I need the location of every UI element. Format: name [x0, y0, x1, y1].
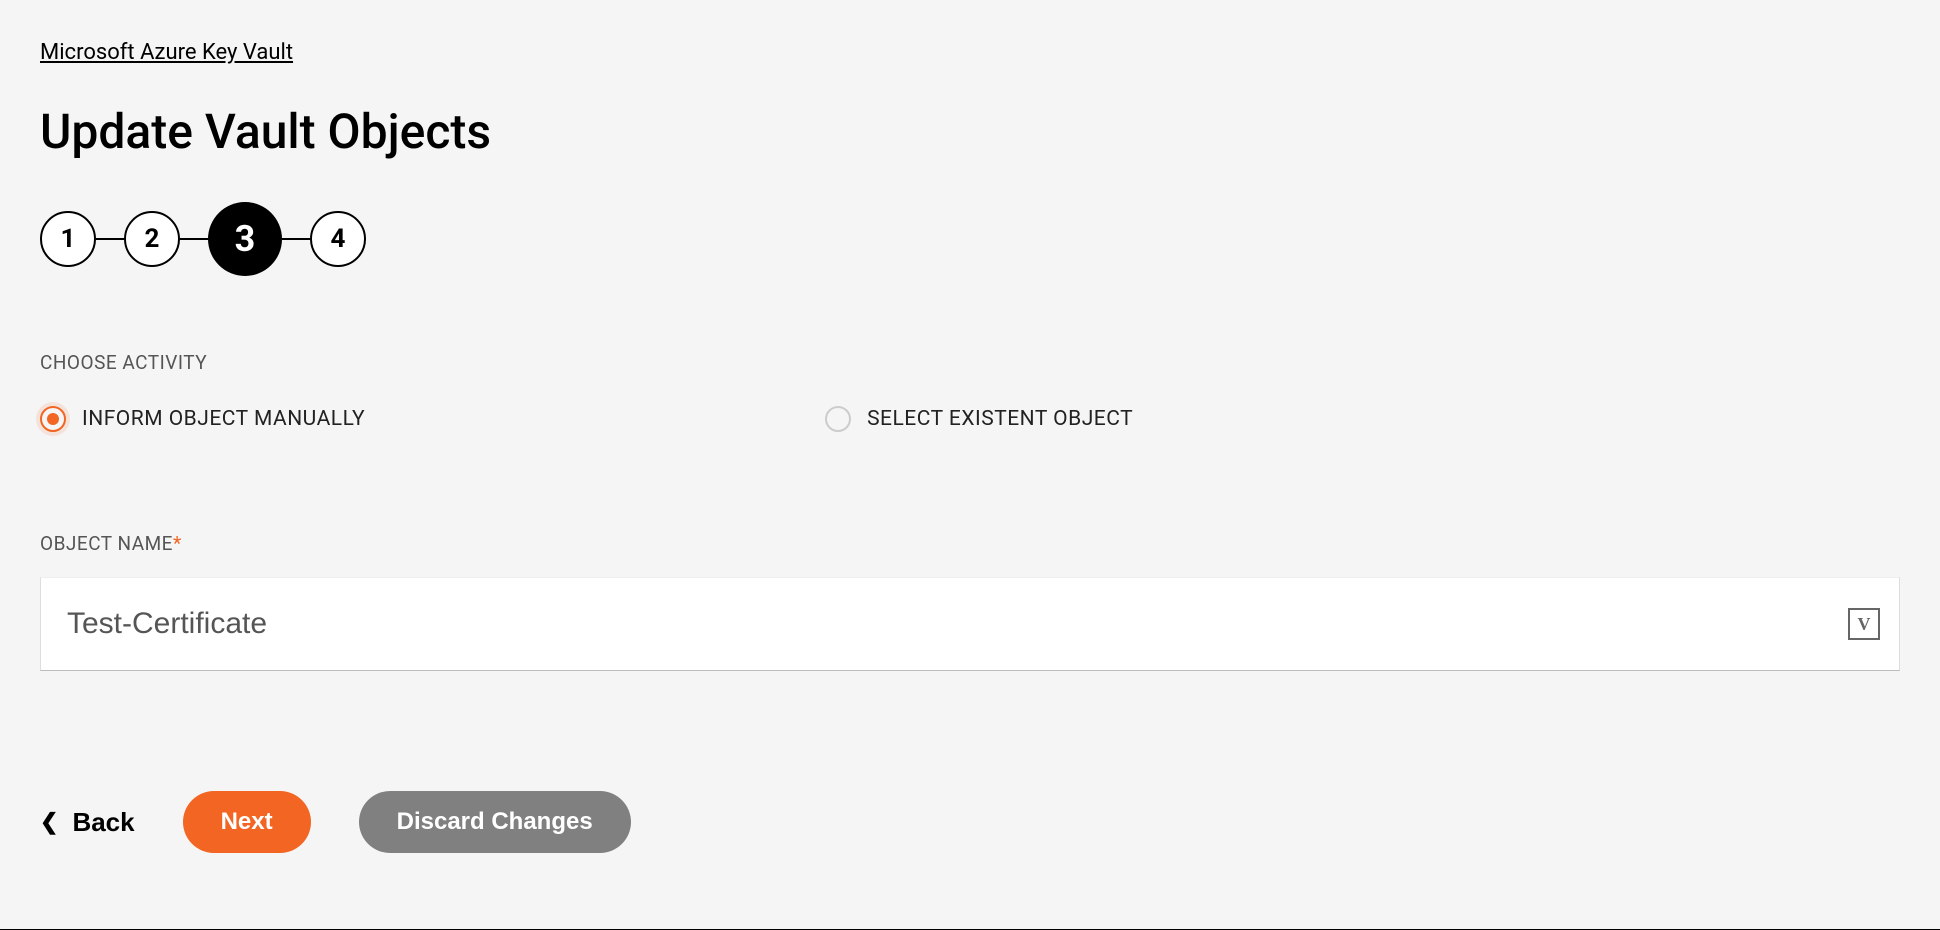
object-name-label: OBJECT NAME*	[40, 532, 1900, 555]
discard-button[interactable]: Discard Changes	[359, 791, 631, 853]
activity-radio-group: INFORM OBJECT MANUALLY SELECT EXISTENT O…	[40, 406, 1900, 432]
step-connector	[96, 238, 124, 241]
page-title: Update Vault Objects	[40, 103, 1900, 160]
required-asterisk: *	[173, 532, 182, 555]
next-button[interactable]: Next	[183, 791, 311, 853]
step-2[interactable]: 2	[124, 211, 180, 267]
radio-inform-manually[interactable]: INFORM OBJECT MANUALLY	[40, 406, 365, 432]
choose-activity-label: CHOOSE ACTIVITY	[40, 351, 1900, 374]
object-name-input[interactable]	[40, 577, 1900, 671]
back-button[interactable]: ❮ Back	[40, 807, 135, 838]
stepper: 1 2 3 4	[40, 202, 1900, 276]
step-1[interactable]: 1	[40, 211, 96, 267]
breadcrumb-link[interactable]: Microsoft Azure Key Vault	[40, 40, 293, 65]
step-connector	[180, 238, 208, 241]
radio-indicator	[40, 406, 66, 432]
variable-icon[interactable]: V	[1848, 608, 1880, 640]
chevron-left-icon: ❮	[40, 811, 58, 833]
radio-indicator	[825, 406, 851, 432]
radio-select-existent[interactable]: SELECT EXISTENT OBJECT	[825, 406, 1133, 432]
step-3[interactable]: 3	[208, 202, 282, 276]
step-4[interactable]: 4	[310, 211, 366, 267]
radio-label: SELECT EXISTENT OBJECT	[867, 407, 1133, 431]
back-button-label: Back	[72, 807, 134, 838]
object-name-label-text: OBJECT NAME	[40, 532, 173, 555]
footer-actions: ❮ Back Next Discard Changes	[40, 791, 1900, 853]
radio-label: INFORM OBJECT MANUALLY	[82, 407, 365, 431]
object-name-input-wrap: V	[40, 577, 1900, 671]
step-connector	[282, 238, 310, 241]
